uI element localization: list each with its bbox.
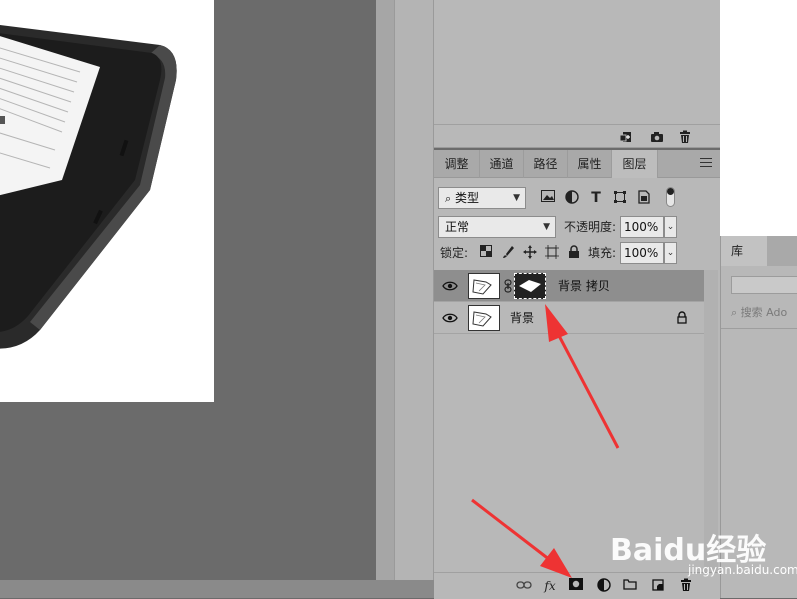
- annotation-arrows: [471, 304, 620, 578]
- baidu-watermark-url: jingyan.baidu.com: [688, 563, 797, 577]
- red-arrow-to-add-mask-button: [471, 498, 572, 578]
- red-arrow-to-mask: [545, 304, 620, 449]
